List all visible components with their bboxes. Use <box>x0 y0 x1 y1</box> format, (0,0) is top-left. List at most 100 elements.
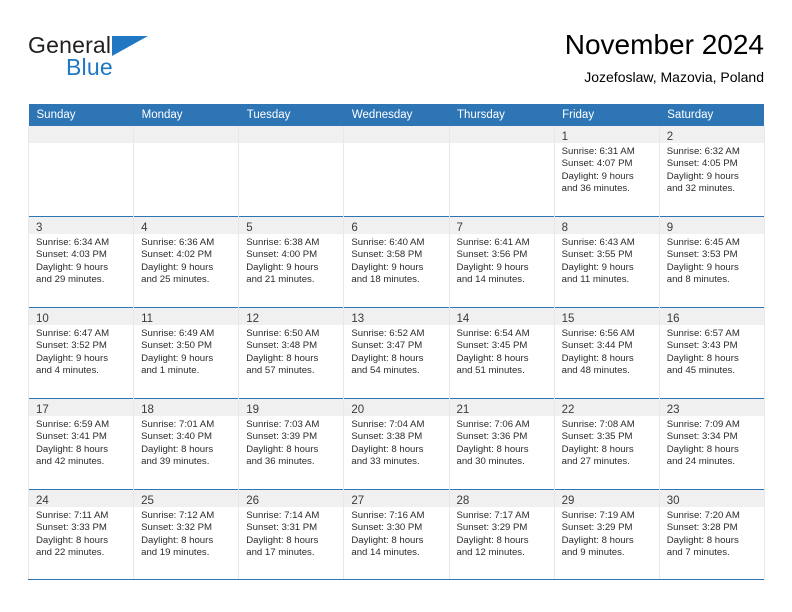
sunrise-time: Sunrise: 7:03 AM <box>246 419 320 430</box>
brand-logo[interactable]: General Blue <box>28 32 178 86</box>
day-cell[interactable]: 14 Sunrise: 6:54 AM Sunset: 3:45 PM Dayligh… <box>448 307 555 399</box>
day-cell[interactable]: 8 Sunrise: 6:43 AM Sunset: 3:55 PM Daylight… <box>553 216 660 308</box>
sunrise-time: Sunrise: 6:50 AM <box>246 328 320 339</box>
sunset-time: Sunset: 3:38 PM <box>351 431 423 443</box>
day-number-band: 24 <box>29 490 134 507</box>
day-cell[interactable]: 1 Sunrise: 6:31 AM Sunset: 4:07 PM Daylight… <box>553 126 660 217</box>
day-number: 13 <box>351 313 365 325</box>
day-cell[interactable]: 28 Sunrise: 7:17 AM Sunset: 3:29 PM Dayligh… <box>448 489 555 580</box>
day-cell-empty <box>27 126 135 217</box>
day-sun-info: Sunrise: 6:50 AM Sunset: 3:48 PM Daylight:… <box>239 325 343 378</box>
day-sun-info: Sunrise: 7:11 AM Sunset: 3:33 PM Daylight:… <box>29 507 133 560</box>
day-number-band <box>29 126 134 143</box>
day-cell[interactable]: 19 Sunrise: 7:03 AM Sunset: 3:39 PM Dayligh… <box>238 398 345 490</box>
sunrise-time: Sunrise: 7:17 AM <box>456 510 530 521</box>
day-cell[interactable]: 3 Sunrise: 6:34 AM Sunset: 4:03 PM Daylight… <box>27 216 135 308</box>
sunset-time: Sunset: 3:58 PM <box>351 249 423 261</box>
day-sun-info: Sunrise: 6:49 AM Sunset: 3:50 PM Daylight:… <box>134 325 238 378</box>
sunrise-time: Sunrise: 6:38 AM <box>246 237 320 248</box>
calendar-page: General Blue November 2024 Jozefoslaw, M… <box>0 0 792 612</box>
sunrise-time: Sunrise: 6:47 AM <box>36 328 110 339</box>
day-sun-info: Sunrise: 7:20 AM Sunset: 3:28 PM Daylight:… <box>660 507 764 560</box>
day-cell[interactable]: 2 Sunrise: 6:32 AM Sunset: 4:05 PM Daylight… <box>658 126 765 217</box>
daylight-line2: and 9 minutes. <box>561 547 625 559</box>
day-number: 11 <box>141 313 154 325</box>
day-cell[interactable]: 10 Sunrise: 6:47 AM Sunset: 3:52 PM Dayligh… <box>27 307 135 399</box>
day-cell[interactable]: 30 Sunrise: 7:20 AM Sunset: 3:28 PM Dayligh… <box>658 489 765 580</box>
sunrise-time: Sunrise: 6:32 AM <box>666 146 740 157</box>
day-number: 29 <box>561 495 575 507</box>
sunset-time: Sunset: 3:32 PM <box>141 522 213 534</box>
sunrise-time: Sunrise: 6:49 AM <box>141 328 215 339</box>
sunrise-time: Sunrise: 7:09 AM <box>666 419 740 430</box>
daylight-line1: Daylight: 9 hours <box>666 261 739 273</box>
day-number-band: 1 <box>554 126 659 143</box>
day-cell[interactable]: 4 Sunrise: 6:36 AM Sunset: 4:02 PM Daylight… <box>133 216 240 308</box>
day-number-band: 14 <box>449 308 554 325</box>
day-cell[interactable]: 11 Sunrise: 6:49 AM Sunset: 3:50 PM Dayligh… <box>133 307 240 399</box>
daylight-line1: Daylight: 9 hours <box>561 261 634 273</box>
sunrise-time: Sunrise: 6:45 AM <box>666 237 740 248</box>
day-cell[interactable]: 18 Sunrise: 7:01 AM Sunset: 3:40 PM Dayligh… <box>133 398 240 490</box>
daylight-line1: Daylight: 8 hours <box>141 534 214 546</box>
dow-header-saturday: Saturday <box>659 104 765 126</box>
day-number-band: 15 <box>554 308 659 325</box>
day-cell[interactable]: 29 Sunrise: 7:19 AM Sunset: 3:29 PM Dayligh… <box>553 489 660 580</box>
sunrise-time: Sunrise: 6:54 AM <box>456 328 530 339</box>
day-sun-info: Sunrise: 7:16 AM Sunset: 3:30 PM Daylight:… <box>344 507 448 560</box>
sunset-time: Sunset: 4:02 PM <box>141 249 213 261</box>
calendar-week-row: 17 Sunrise: 6:59 AM Sunset: 3:41 PM Dayligh… <box>27 398 765 490</box>
day-cell[interactable]: 27 Sunrise: 7:16 AM Sunset: 3:30 PM Dayligh… <box>343 489 450 580</box>
day-cell[interactable]: 5 Sunrise: 6:38 AM Sunset: 4:00 PM Daylight… <box>238 216 345 308</box>
day-cell[interactable]: 9 Sunrise: 6:45 AM Sunset: 3:53 PM Daylight… <box>658 216 765 308</box>
day-cell[interactable]: 23 Sunrise: 7:09 AM Sunset: 3:34 PM Dayligh… <box>658 398 765 490</box>
day-cell[interactable]: 25 Sunrise: 7:12 AM Sunset: 3:32 PM Dayligh… <box>133 489 240 580</box>
day-cell-empty <box>133 126 240 217</box>
day-sun-info: Sunrise: 7:09 AM Sunset: 3:34 PM Daylight:… <box>660 416 764 469</box>
day-number: 23 <box>666 404 680 416</box>
day-number-band: 23 <box>659 399 764 416</box>
daylight-line1: Daylight: 8 hours <box>561 443 634 455</box>
daylight-line1: Daylight: 8 hours <box>351 352 424 364</box>
day-cell[interactable]: 12 Sunrise: 6:50 AM Sunset: 3:48 PM Dayligh… <box>238 307 345 399</box>
sunrise-time: Sunrise: 7:06 AM <box>456 419 530 430</box>
day-cell[interactable]: 6 Sunrise: 6:40 AM Sunset: 3:58 PM Daylight… <box>343 216 450 308</box>
day-number-band: 7 <box>449 217 554 234</box>
sunrise-time: Sunrise: 6:59 AM <box>36 419 110 430</box>
day-cell[interactable]: 21 Sunrise: 7:06 AM Sunset: 3:36 PM Dayligh… <box>448 398 555 490</box>
sunrise-time: Sunrise: 7:11 AM <box>36 510 109 521</box>
daylight-line1: Daylight: 9 hours <box>36 261 108 273</box>
day-cell[interactable]: 20 Sunrise: 7:04 AM Sunset: 3:38 PM Dayligh… <box>343 398 450 490</box>
daylight-line1: Daylight: 9 hours <box>141 261 214 273</box>
day-cell-empty <box>238 126 345 217</box>
day-cell[interactable]: 16 Sunrise: 6:57 AM Sunset: 3:43 PM Dayligh… <box>658 307 765 399</box>
sunset-time: Sunset: 3:47 PM <box>351 340 423 352</box>
sunrise-time: Sunrise: 7:08 AM <box>561 419 635 430</box>
day-number-band: 12 <box>239 308 344 325</box>
day-cell[interactable]: 13 Sunrise: 6:52 AM Sunset: 3:47 PM Dayligh… <box>343 307 450 399</box>
sunset-time: Sunset: 3:44 PM <box>561 340 633 352</box>
daylight-line1: Daylight: 8 hours <box>351 534 424 546</box>
day-cell[interactable]: 15 Sunrise: 6:56 AM Sunset: 3:44 PM Dayligh… <box>553 307 660 399</box>
day-cell[interactable]: 24 Sunrise: 7:11 AM Sunset: 3:33 PM Dayligh… <box>27 489 135 580</box>
daylight-line2: and 51 minutes. <box>456 365 525 377</box>
daylight-line1: Daylight: 8 hours <box>246 534 319 546</box>
sunset-time: Sunset: 3:29 PM <box>456 522 528 534</box>
day-cell-empty <box>343 126 450 217</box>
daylight-line2: and 19 minutes. <box>141 547 210 559</box>
sunrise-time: Sunrise: 7:04 AM <box>351 419 425 430</box>
day-cell[interactable]: 22 Sunrise: 7:08 AM Sunset: 3:35 PM Dayligh… <box>553 398 660 490</box>
day-cell[interactable]: 7 Sunrise: 6:41 AM Sunset: 3:56 PM Daylight… <box>448 216 555 308</box>
day-number-band: 3 <box>29 217 134 234</box>
day-sun-info: Sunrise: 7:17 AM Sunset: 3:29 PM Daylight:… <box>450 507 554 560</box>
daylight-line2: and 54 minutes. <box>351 365 420 377</box>
day-sun-info: Sunrise: 6:59 AM Sunset: 3:41 PM Daylight:… <box>29 416 133 469</box>
daylight-line1: Daylight: 8 hours <box>456 534 529 546</box>
day-number: 22 <box>561 404 575 416</box>
daylight-line2: and 7 minutes. <box>666 547 730 559</box>
daylight-line2: and 1 minute. <box>141 365 200 377</box>
page-title: November 2024 <box>564 29 764 60</box>
daylight-line2: and 21 minutes. <box>246 274 315 286</box>
day-cell[interactable]: 17 Sunrise: 6:59 AM Sunset: 3:41 PM Dayligh… <box>27 398 135 490</box>
day-cell[interactable]: 26 Sunrise: 7:14 AM Sunset: 3:31 PM Dayligh… <box>238 489 345 580</box>
